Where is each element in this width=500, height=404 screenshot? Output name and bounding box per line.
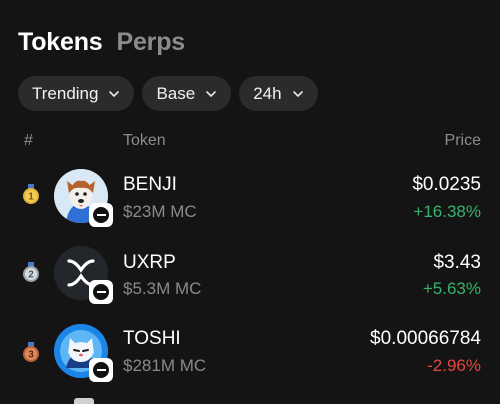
filter-bar: Trending Base 24h bbox=[18, 76, 318, 111]
silver-medal-icon: 2 bbox=[23, 262, 39, 282]
token-row[interactable]: 2 UXRP $5.3M MC $3.43 +5.63% bbox=[0, 240, 500, 320]
rank-number: 1 bbox=[28, 192, 34, 203]
column-header-rank: # bbox=[24, 132, 33, 149]
token-price: $3.43 bbox=[433, 252, 481, 273]
token-row[interactable]: 1 BENJI $23M MC $0.0235 +16.38% bbox=[0, 160, 500, 240]
token-price-change: -2.96% bbox=[427, 356, 481, 375]
filter-timeframe-dropdown[interactable]: 24h bbox=[239, 76, 318, 111]
token-price: $0.00066784 bbox=[370, 328, 481, 349]
next-row-partial bbox=[74, 398, 94, 404]
filter-chain-dropdown[interactable]: Base bbox=[142, 76, 232, 111]
token-name: BENJI bbox=[123, 174, 177, 195]
token-name: UXRP bbox=[123, 252, 176, 273]
tab-perps[interactable]: Perps bbox=[116, 28, 185, 57]
base-chain-badge-icon bbox=[89, 203, 113, 227]
rank-number: 2 bbox=[28, 270, 34, 281]
token-price-change: +5.63% bbox=[422, 279, 481, 298]
gold-medal-icon: 1 bbox=[23, 184, 39, 204]
tab-bar: Tokens Perps bbox=[18, 28, 185, 57]
base-chain-badge-icon bbox=[89, 280, 113, 304]
token-market-cap: $281M MC bbox=[123, 356, 207, 375]
token-market-cap: $23M MC bbox=[123, 202, 197, 221]
rank-number: 3 bbox=[28, 350, 34, 361]
token-market-cap: $5.3M MC bbox=[123, 279, 202, 298]
token-row[interactable]: 3 TOSHI $281M MC $0.00066784 -2.96% bbox=[0, 320, 500, 400]
bronze-medal-icon: 3 bbox=[23, 342, 39, 362]
chevron-down-icon bbox=[206, 90, 217, 97]
column-header-token: Token bbox=[123, 132, 166, 149]
chevron-down-icon bbox=[292, 90, 303, 97]
token-price-change: +16.38% bbox=[413, 202, 481, 221]
column-header-price[interactable]: Price bbox=[445, 132, 481, 150]
filter-trending-label: Trending bbox=[32, 83, 99, 103]
filter-chain-label: Base bbox=[156, 83, 196, 103]
filter-trending-dropdown[interactable]: Trending bbox=[18, 76, 135, 111]
chevron-down-icon bbox=[109, 90, 120, 97]
token-name: TOSHI bbox=[123, 328, 181, 349]
token-price: $0.0235 bbox=[412, 174, 481, 195]
token-list-screen: Tokens Perps Trending Base 24h # Token P… bbox=[0, 0, 500, 404]
base-chain-badge-icon bbox=[89, 358, 113, 382]
tab-tokens[interactable]: Tokens bbox=[18, 28, 103, 57]
filter-timeframe-label: 24h bbox=[253, 83, 282, 103]
